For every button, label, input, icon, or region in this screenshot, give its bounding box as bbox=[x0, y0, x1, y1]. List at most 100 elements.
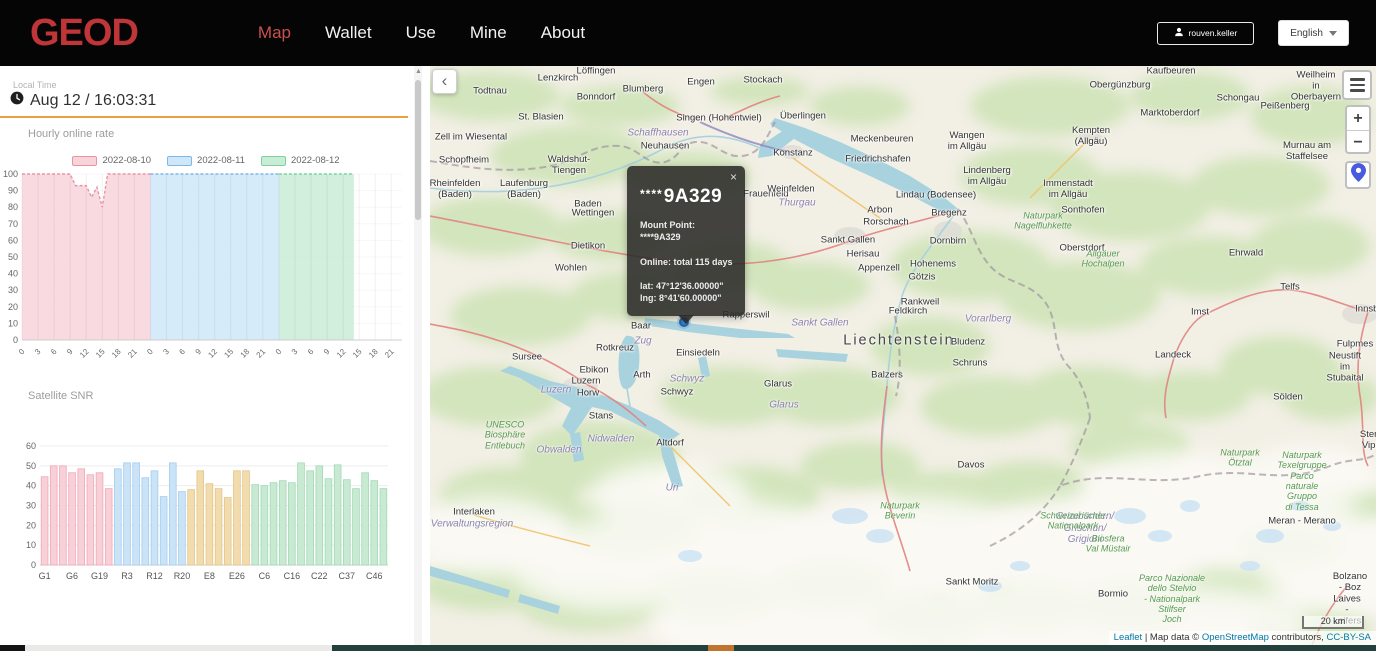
map-label: Innsbru bbox=[1355, 305, 1376, 316]
svg-text:9: 9 bbox=[65, 347, 75, 357]
map-label: Thurgau bbox=[778, 197, 815, 209]
svg-text:30: 30 bbox=[8, 285, 18, 295]
sidebar-collapse-button[interactable]: ‹ bbox=[432, 69, 457, 94]
nav-item-use[interactable]: Use bbox=[406, 23, 436, 43]
map-label: Naturpark Ötztal bbox=[1220, 448, 1260, 469]
map-label: UNESCO Biosphäre Entlebuch bbox=[485, 419, 526, 450]
map-label: Verwaltungsregion bbox=[431, 518, 513, 530]
map-label: Arbon bbox=[867, 206, 892, 217]
map-label: Engen bbox=[687, 78, 714, 89]
map-zoom-control: + − bbox=[1345, 105, 1371, 154]
legend-item[interactable]: 2022-08-12 bbox=[261, 155, 340, 166]
legend-label: 2022-08-12 bbox=[291, 155, 340, 166]
map-label: Marktoberdorf bbox=[1140, 109, 1199, 120]
map-label: Lenzkirch bbox=[538, 74, 579, 85]
layers-control-button[interactable] bbox=[1342, 70, 1372, 100]
map-label: Frauenfeld bbox=[743, 190, 788, 201]
map-label: Schopfheim bbox=[439, 156, 489, 167]
scrollbar-up-arrow-icon[interactable]: ▲ bbox=[415, 68, 422, 75]
svg-text:3: 3 bbox=[290, 347, 300, 357]
map-label: Schaffhausen bbox=[627, 127, 688, 139]
map-scale-bar: 20 km bbox=[1302, 616, 1364, 629]
legend-item[interactable]: 2022-08-11 bbox=[167, 155, 245, 166]
nav-item-mine[interactable]: Mine bbox=[470, 23, 507, 43]
legend-item[interactable]: 2022-08-10 bbox=[72, 155, 151, 166]
map-label: Sankt Moritz bbox=[946, 578, 999, 589]
map-label: Schongau bbox=[1217, 94, 1260, 105]
geod-logo[interactable]: GEOD bbox=[30, 12, 138, 55]
svg-text:6: 6 bbox=[49, 347, 59, 357]
map-canvas[interactable]: TodtnauLenzkirchLöffingenBonndorfBlumber… bbox=[430, 66, 1376, 645]
map-label: Konstanz bbox=[773, 149, 813, 160]
map-label: Wettingen bbox=[572, 209, 615, 220]
svg-text:18: 18 bbox=[239, 347, 252, 360]
map-label: Neuhausen bbox=[641, 142, 690, 153]
map-label: Schwyz bbox=[661, 388, 694, 399]
svg-text:9: 9 bbox=[322, 347, 332, 357]
zoom-in-button[interactable]: + bbox=[1347, 107, 1369, 131]
user-name-label: rouven.keller bbox=[1189, 28, 1238, 38]
popup-close-button[interactable]: × bbox=[730, 170, 737, 184]
local-time-row: Aug 12 / 16:03:31 bbox=[10, 91, 156, 110]
language-label: English bbox=[1290, 28, 1323, 39]
map-label: Dietikon bbox=[571, 242, 605, 253]
map-label: Appenzell bbox=[858, 264, 900, 275]
svg-text:21: 21 bbox=[126, 347, 139, 360]
map-label: Einsiedeln bbox=[676, 349, 720, 360]
attribution-link[interactable]: Leaflet bbox=[1114, 632, 1143, 643]
bottom-strip-segment bbox=[708, 645, 734, 651]
popup-mount-point: Mount Point: ****9A329 bbox=[640, 219, 734, 243]
svg-text:E8: E8 bbox=[204, 571, 215, 581]
map-label: Davos bbox=[958, 461, 985, 472]
local-time-underline bbox=[0, 116, 408, 118]
svg-text:10: 10 bbox=[8, 318, 18, 328]
nav-item-about[interactable]: About bbox=[541, 23, 585, 43]
svg-text:30: 30 bbox=[26, 501, 36, 511]
satellite-snr-chart[interactable]: 0102030405060G1G6G19R3R12R20E8E26C6C16C2… bbox=[0, 436, 412, 593]
map-label: Götzis bbox=[909, 273, 936, 284]
locate-marker-button[interactable] bbox=[1345, 161, 1371, 189]
map-label: Uri bbox=[666, 482, 679, 494]
map-label: Dornbirn bbox=[930, 237, 966, 248]
map-label: Lindau (Bodensee) bbox=[896, 191, 976, 202]
svg-text:20: 20 bbox=[26, 520, 36, 530]
hourly-online-rate-chart[interactable]: 0102030405060708090100036912151821036912… bbox=[0, 166, 412, 376]
map-label: Arth bbox=[633, 371, 650, 382]
map-label: Bonndorf bbox=[577, 93, 616, 104]
language-select-button[interactable]: English bbox=[1278, 20, 1349, 46]
sidebar-scrollbar[interactable]: ▲ bbox=[414, 66, 422, 645]
map-label: Murnau am Staffelsee bbox=[1283, 141, 1331, 163]
map-label: Oberstdorf bbox=[1060, 244, 1105, 255]
svg-text:18: 18 bbox=[110, 347, 123, 360]
legend-label: 2022-08-11 bbox=[197, 155, 245, 166]
map-label: Balzers bbox=[871, 371, 903, 382]
nav-item-wallet[interactable]: Wallet bbox=[325, 23, 372, 43]
user-account-button[interactable]: rouven.keller bbox=[1157, 22, 1255, 45]
map-label: Altdorf bbox=[656, 439, 683, 450]
map-label: Glarus bbox=[764, 380, 792, 391]
map-label: Parco Nazionale dello Stelvio - National… bbox=[1139, 573, 1205, 625]
nav-right: rouven.keller English bbox=[1157, 20, 1351, 46]
svg-text:18: 18 bbox=[367, 347, 380, 360]
map-attribution: Leaflet | Map data © OpenStreetMap contr… bbox=[1109, 631, 1376, 645]
zoom-out-button[interactable]: − bbox=[1347, 131, 1369, 155]
station-popup: × ****9A329 Mount Point: ****9A329 Onlin… bbox=[627, 166, 745, 316]
map-label: Löffingen bbox=[577, 67, 616, 78]
local-time-value: Aug 12 / 16:03:31 bbox=[30, 92, 156, 110]
map-label: Vorarlberg bbox=[965, 313, 1011, 325]
map-label: Luzern bbox=[571, 377, 600, 388]
map-label: Obergünzburg bbox=[1090, 81, 1151, 92]
nav-item-map[interactable]: Map bbox=[258, 23, 291, 43]
svg-text:15: 15 bbox=[222, 347, 235, 360]
svg-text:10: 10 bbox=[26, 540, 36, 550]
map-label: Hohenems bbox=[910, 260, 956, 271]
scrollbar-thumb[interactable] bbox=[415, 80, 421, 220]
hourly-online-rate-title: Hourly online rate bbox=[28, 128, 114, 140]
map-label: Sterz Vipit bbox=[1360, 430, 1376, 452]
attribution-link[interactable]: CC-BY-SA bbox=[1326, 632, 1371, 643]
svg-text:50: 50 bbox=[26, 461, 36, 471]
map-label: Rankweil bbox=[901, 298, 940, 309]
map-label: Interlaken bbox=[453, 508, 495, 519]
attribution-link[interactable]: OpenStreetMap bbox=[1202, 632, 1269, 643]
sidebar: Local Time Aug 12 / 16:03:31 Hourly onli… bbox=[0, 66, 430, 645]
